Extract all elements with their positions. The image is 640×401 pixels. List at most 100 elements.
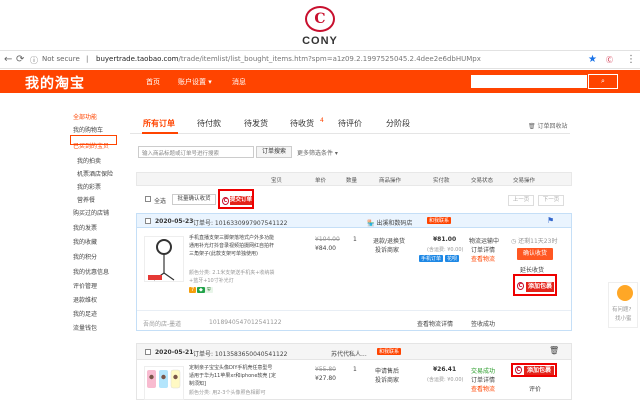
sidebar-item[interactable]: 评价管理 <box>73 281 97 290</box>
sidebar-item[interactable]: 已买到的宝贝 <box>73 141 109 150</box>
confirm-receipt-button[interactable]: 确认收货 <box>517 248 553 260</box>
order-header: 2020-05-21 订单号: 1013583650040541122 苏代代私… <box>137 344 571 360</box>
sidebar-item[interactable]: 营养餐 <box>77 195 95 204</box>
add-package-button[interactable]: 添加包裹 <box>526 282 554 292</box>
product-thumbnail[interactable] <box>144 236 184 282</box>
add-package-button[interactable]: 添加包裹 <box>524 366 554 375</box>
current-price: ¥84.00 <box>315 245 336 252</box>
nav-search-input[interactable] <box>470 74 588 89</box>
product-title[interactable]: 手机直播支架三脚架落地式户外多功能通用补光灯抖音录视频拍摄网红自拍杆三角架子(此… <box>189 234 277 258</box>
sidebar-item[interactable]: 我的发票 <box>73 223 97 232</box>
order-tabs: 所有订单 待付款 待发货 待收货 4 待评价 分阶段 <box>130 112 570 134</box>
countdown-text: 还剩11天23时 <box>518 238 558 245</box>
next-page-button[interactable]: 下一页 <box>538 195 564 206</box>
view-logistics-link[interactable]: 查看物流 <box>471 384 495 393</box>
tab-pending-review[interactable]: 待评价 <box>338 118 362 129</box>
status-shipping: 物流运输中 <box>469 238 500 245</box>
product-spec: 颜色分类: 2.1米支架送手机夹+收纳袋+蓝牙+10寸补光灯 <box>189 270 275 284</box>
shop-label: 出溪和数码店 <box>376 220 413 227</box>
prev-page-button[interactable]: 上一页 <box>508 195 534 206</box>
order-search-button[interactable]: 订单搜索 <box>256 146 292 158</box>
flag-icon[interactable]: ⚑ <box>547 216 554 225</box>
back-icon[interactable]: ← <box>4 54 12 65</box>
sidebar-item[interactable]: 我的购物车 <box>73 125 103 134</box>
order-detail-link[interactable]: 订单详情 <box>471 245 495 254</box>
sidebar-item[interactable]: 我的积分 <box>73 252 97 261</box>
star-icon[interactable]: ★ <box>588 54 597 65</box>
tab-all-orders[interactable]: 所有订单 <box>143 118 175 129</box>
product-thumbnail[interactable] <box>144 366 184 400</box>
countdown: ◷ 还剩11天23时 <box>511 236 557 245</box>
contact-seller-badge[interactable]: 和我联系 <box>427 217 452 224</box>
sidebar-item[interactable]: 我的优惠信息 <box>73 267 109 276</box>
url-text[interactable]: buyertrade.taobao.com/trade/itemlist/lis… <box>96 55 481 63</box>
complain-link[interactable]: 投诉商家 <box>375 245 399 254</box>
submit-order-button[interactable]: 提交订单 <box>230 196 252 205</box>
after-sale-link[interactable]: 申请售后 <box>375 366 399 375</box>
select-all-label: 全选 <box>154 198 167 205</box>
extend-receipt-link[interactable]: 延长收货 <box>520 265 544 274</box>
batch-confirm-button[interactable]: 批量确认收货 <box>172 194 216 205</box>
service-icon-3: ⛨ <box>205 287 213 293</box>
status-success: 交易成功 <box>471 368 496 375</box>
mobile-order-tag: 手机订单 <box>419 255 444 262</box>
view-logistics-link[interactable]: 查看物流 <box>471 254 495 263</box>
extension-icon[interactable]: Ⓒ <box>606 55 613 65</box>
footer-logistics-link[interactable]: 查看物流详情 <box>417 319 453 328</box>
product-title[interactable]: 定制亲子宝宝头像DIY手机壳任意型号适用于华为11苹果xr和iphone软壳 [… <box>189 364 277 388</box>
order-date: 2020-05-23 <box>155 218 194 225</box>
cony-small-icon: C <box>222 197 229 205</box>
my-taobao-logo[interactable]: 我的淘宝 <box>25 73 85 93</box>
order-checkbox[interactable] <box>145 349 151 355</box>
sidebar-item[interactable]: 全部功能 <box>73 112 97 121</box>
col-price: 单价 <box>315 178 327 184</box>
sidebar-item[interactable]: 流量钱包 <box>73 323 97 332</box>
order-date: 2020-05-21 <box>155 349 194 356</box>
reload-icon[interactable]: ⟳ <box>16 54 24 65</box>
service-icon-1: 7 <box>189 287 197 293</box>
col-paid: 实付款 <box>433 178 450 184</box>
info-icon[interactable]: ⓘ <box>30 55 38 66</box>
tab-pending-shipment[interactable]: 待发货 <box>244 118 268 129</box>
complain-link[interactable]: 投诉商家 <box>375 375 399 384</box>
cony-logo-text: CONY <box>302 35 338 47</box>
paid-amount: ¥81.00 <box>433 236 457 243</box>
contact-seller-badge[interactable]: 和我联系 <box>377 348 402 355</box>
order-checkbox[interactable] <box>145 218 151 224</box>
shipping-fee: (含运费: ¥0.00) <box>427 377 464 383</box>
select-all-checkbox[interactable] <box>145 196 151 202</box>
tab-pending-receipt[interactable]: 待收货 <box>290 118 314 129</box>
extension-logo-band: C CONY <box>0 0 640 48</box>
sidebar-item[interactable]: 我的收藏 <box>73 237 97 246</box>
shop-name[interactable]: 🏪 出溪和数码店 <box>367 218 412 227</box>
tab-pending-payment[interactable]: 待付款 <box>197 118 221 129</box>
refund-link[interactable]: 退款/退换货 <box>373 236 405 245</box>
nav-account-settings[interactable]: 账户设置 ▾ <box>178 77 212 87</box>
delete-order-icon[interactable]: 🗑 <box>549 346 559 355</box>
col-actions: 交易操作 <box>513 178 536 184</box>
nav-search-button[interactable]: ⌕ <box>588 74 618 89</box>
order-detail-link[interactable]: 订单详情 <box>471 375 495 384</box>
floating-help-widget[interactable]: 有问题? 找小蜜 <box>608 282 638 328</box>
recycle-bin-link[interactable]: 🗑 订单回收站 <box>528 121 568 130</box>
order-column-header: 宝贝 单价 数量 商品操作 实付款 交易状态 交易操作 <box>136 172 572 186</box>
shop-name[interactable]: 苏代代私人... <box>331 349 367 358</box>
sidebar-item[interactable]: 机票酒店保险 <box>77 169 113 178</box>
url-host: buyertrade.taobao.com <box>96 55 179 63</box>
sidebar-item[interactable]: 我的足迹 <box>73 309 97 318</box>
order-number: 订单号: 1016330997907541122 <box>193 220 288 227</box>
nav-messages[interactable]: 消息 <box>232 77 246 87</box>
sidebar-item[interactable]: 购买过的店铺 <box>73 208 109 217</box>
col-item: 宝贝 <box>271 178 283 184</box>
review-link[interactable]: 评价 <box>529 384 541 393</box>
more-filters-link[interactable]: 更多筛选条件 ▾ <box>297 148 338 157</box>
sidebar-item[interactable]: 我的彩票 <box>77 182 101 191</box>
order-search-input[interactable]: 输入商品标题或订单号进行搜索 <box>138 146 254 158</box>
sidebar-item[interactable]: 我的拍卖 <box>77 156 101 165</box>
tab-staged[interactable]: 分阶段 <box>386 118 410 129</box>
menu-icon[interactable]: ⋮ <box>626 54 636 65</box>
nav-home[interactable]: 首页 <box>146 77 160 87</box>
footer-signed: 签收成功 <box>471 321 496 328</box>
sidebar-item[interactable]: 退款维权 <box>73 295 97 304</box>
order-number: 订单号: 1013583650040541122 <box>193 351 288 358</box>
